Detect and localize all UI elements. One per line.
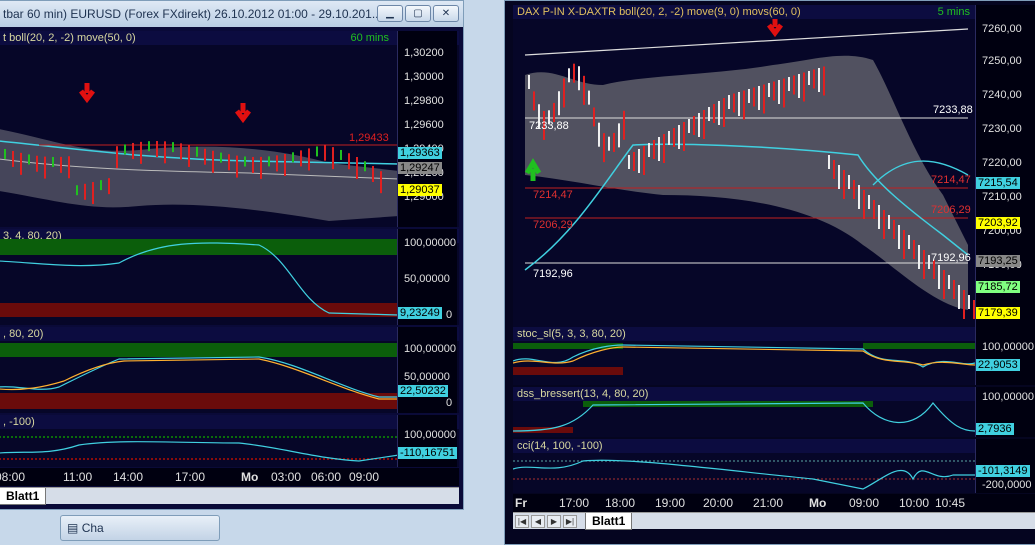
right-pane2-chart	[513, 343, 975, 375]
chart-window-icon: ▤	[67, 521, 79, 535]
price-line-label: 1,29433	[349, 132, 389, 144]
right-price-pane[interactable]: DAX P-IN X-DAXTR boll(20, 2, -2) move(9,…	[513, 5, 1035, 327]
right-price-chart: 7233,88 7233,88 7214,47 7214,47 7206,29 …	[524, 19, 975, 319]
right-stoc-pane[interactable]: stoc_sl(5, 3, 3, 80, 20) 100,00000 22,90…	[513, 327, 1035, 385]
price-tag-upper: 1,29363	[398, 147, 442, 159]
taskbar-item-label: Cha	[81, 521, 104, 535]
price-tag-current: 1,29037	[398, 184, 442, 196]
left-price-chart	[0, 83, 399, 221]
level-label-f: 7206,29	[931, 204, 971, 216]
level-label-g: 7192,96	[533, 268, 573, 280]
level-label-d: 7214,47	[931, 174, 971, 186]
level-label-a: 7233,88	[529, 120, 569, 132]
taskbar-chart-item[interactable]: ▤ Cha	[60, 515, 220, 541]
right-sheet-tabbar: |◀ ◀ ▶ ▶| Blatt1	[513, 512, 1035, 530]
right-pane4-chart	[513, 459, 975, 490]
first-sheet-button[interactable]: |◀	[515, 515, 529, 528]
close-button[interactable]: ✕	[433, 5, 459, 22]
left-window-title: tbar 60 min) EURUSD (Forex FXdirekt) 26.…	[3, 7, 382, 21]
left-pane4-chart	[0, 436, 399, 462]
right-pane3-axis: 100,00000 2,7936	[975, 387, 1035, 437]
prev-sheet-button[interactable]: ◀	[531, 515, 545, 528]
tab-blatt1[interactable]: Blatt1	[585, 513, 633, 530]
right-pane3-chart	[513, 401, 975, 433]
left-stoch-pane[interactable]: 3, 4, 80, 20) 100,00000 50,00000 0 9,232…	[0, 229, 459, 325]
right-pane2-axis: 100,00000 22,9053	[975, 327, 1035, 385]
left-price-pane[interactable]: t boll(20, 2, -2) move(50, 0) 60 mins 1,3…	[0, 31, 459, 227]
left-pane2-axis: 100,00000 50,00000 0 9,23249	[397, 229, 457, 325]
level-label-c: 7214,47	[533, 189, 573, 201]
left-chart-window: tbar 60 min) EURUSD (Forex FXdirekt) 26.…	[0, 0, 464, 510]
left-pane3-chart	[0, 343, 399, 409]
tab-blatt1[interactable]: Blatt1	[0, 488, 47, 505]
right-price-axis[interactable]: 7260,00 7250,00 7240,00 7230,00 7220,00 …	[975, 5, 1035, 327]
minimize-button[interactable]: ▁	[377, 5, 403, 22]
next-sheet-button[interactable]: ▶	[547, 515, 561, 528]
left-dss-pane[interactable]: , 80, 20) 100,00000 50,00000 0 22,50232	[0, 327, 459, 413]
right-cci-pane[interactable]: cci(14, 100, -100) -101,3149 -200,0000	[513, 439, 1035, 493]
left-pane2-chart	[0, 239, 399, 317]
price-tag-mid: 1,29247	[398, 162, 442, 174]
level-label-e: 7206,29	[533, 219, 573, 231]
left-sheet-tabbar: Blatt1	[0, 487, 459, 505]
last-sheet-button[interactable]: ▶|	[563, 515, 577, 528]
left-time-axis[interactable]: 08:00 11:00 14:00 17:00 Mo 03:00 06:00 0…	[0, 468, 459, 486]
right-pane4-axis: -101,3149 -200,0000	[975, 439, 1035, 493]
left-pane3-axis: 100,00000 50,00000 0 22,50232	[397, 327, 457, 413]
left-cci-pane[interactable]: , -100) 100,00000 -110,16751	[0, 415, 459, 467]
right-time-axis[interactable]: Fr 17:00 18:00 19:00 20:00 21:00 Mo 09:0…	[513, 494, 1035, 512]
right-dss-pane[interactable]: dss_bressert(13, 4, 80, 20) 100,00000 2,…	[513, 387, 1035, 437]
left-window-titlebar[interactable]: tbar 60 min) EURUSD (Forex FXdirekt) 26.…	[0, 1, 463, 27]
left-price-axis[interactable]: 1,30200 1,30000 1,29800 1,29600 1,29400 …	[397, 31, 457, 227]
maximize-button[interactable]: ▢	[405, 5, 431, 22]
right-chart-window: DAX P-IN X-DAXTR boll(20, 2, -2) move(9,…	[504, 0, 1035, 545]
left-pane4-axis: 100,00000 -110,16751	[397, 415, 457, 467]
level-label-b: 7233,88	[933, 104, 973, 116]
level-label-h: 7192,96	[931, 252, 971, 264]
